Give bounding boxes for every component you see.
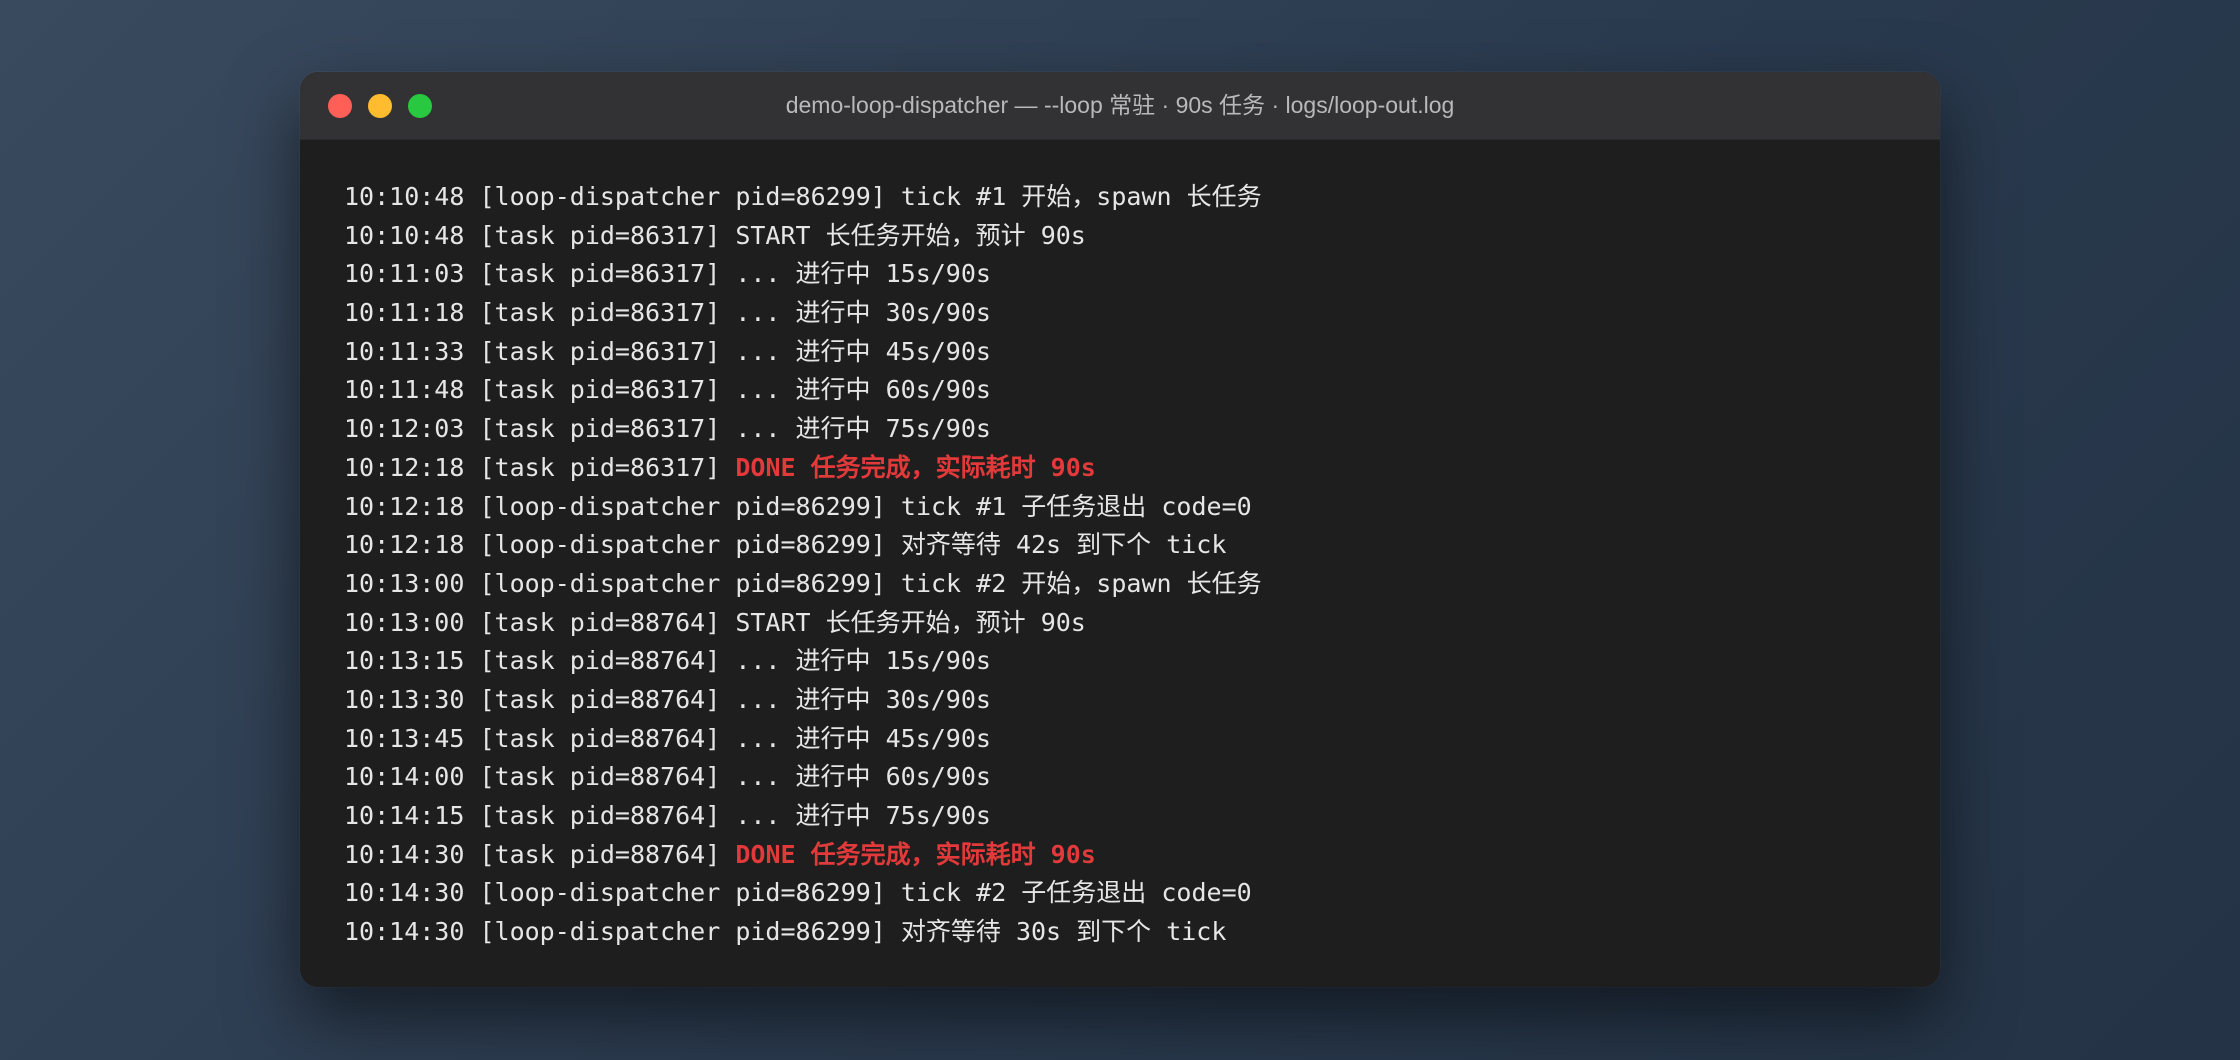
log-line-text: 10:13:30 [task pid=88764] ... 进行中 30s/90… xyxy=(344,684,991,714)
title-bar: demo-loop-dispatcher — --loop 常驻 · 90s 任… xyxy=(300,72,1940,140)
log-line-text: 10:14:30 [loop-dispatcher pid=86299] 对齐等… xyxy=(344,917,1227,947)
log-line-text: 10:11:48 [task pid=86317] ... 进行中 60s/90… xyxy=(344,375,991,405)
log-line-text: 10:13:00 [loop-dispatcher pid=86299] tic… xyxy=(344,568,1262,598)
log-line-done-status: DONE 任务完成，实际耗时 90s xyxy=(735,839,1096,869)
log-line: 10:14:30 [loop-dispatcher pid=86299] tic… xyxy=(344,874,1940,913)
log-line: 10:14:30 [loop-dispatcher pid=86299] 对齐等… xyxy=(344,913,1940,952)
log-line: 10:12:18 [loop-dispatcher pid=86299] 对齐等… xyxy=(344,526,1940,565)
log-line: 10:13:00 [task pid=88764] START 长任务开始，预计… xyxy=(344,604,1940,643)
log-line: 10:13:15 [task pid=88764] ... 进行中 15s/90… xyxy=(344,642,1940,681)
log-line-text: 10:12:18 [loop-dispatcher pid=86299] tic… xyxy=(344,491,1252,521)
log-line-text: 10:10:48 [task pid=86317] START 长任务开始，预计… xyxy=(344,220,1086,250)
log-line-done-status: DONE 任务完成，实际耗时 90s xyxy=(735,452,1096,482)
log-line: 10:10:48 [task pid=86317] START 长任务开始，预计… xyxy=(344,217,1940,256)
window-title: demo-loop-dispatcher — --loop 常驻 · 90s 任… xyxy=(785,92,1455,118)
log-line: 10:12:18 [task pid=86317] DONE 任务完成，实际耗时… xyxy=(344,449,1940,488)
log-line-text: 10:10:48 [loop-dispatcher pid=86299] tic… xyxy=(344,182,1262,211)
log-line-text: 10:14:15 [task pid=88764] ... 进行中 75s/90… xyxy=(344,801,991,830)
log-line: 10:12:18 [loop-dispatcher pid=86299] tic… xyxy=(344,488,1940,527)
log-line-text: 10:13:00 [task pid=88764] START 长任务开始，预计… xyxy=(344,607,1086,637)
log-line-text: 10:12:18 [loop-dispatcher pid=86299] 对齐等… xyxy=(344,530,1227,560)
log-line-text: 10:13:15 [task pid=88764] ... 进行中 15s/90… xyxy=(344,646,991,676)
log-line: 10:10:48 [loop-dispatcher pid=86299] tic… xyxy=(344,178,1940,217)
log-line: 10:12:03 [task pid=86317] ... 进行中 75s/90… xyxy=(344,410,1940,449)
log-line-text: 10:14:30 [loop-dispatcher pid=86299] tic… xyxy=(344,878,1252,908)
log-line: 10:13:45 [task pid=88764] ... 进行中 45s/90… xyxy=(344,720,1940,759)
log-line-text: 10:13:45 [task pid=88764] ... 进行中 45s/90… xyxy=(344,723,991,753)
terminal-window: demo-loop-dispatcher — --loop 常驻 · 90s 任… xyxy=(300,72,1940,987)
terminal-output[interactable]: 10:10:48 [loop-dispatcher pid=86299] tic… xyxy=(300,140,1940,952)
log-line: 10:14:15 [task pid=88764] ... 进行中 75s/90… xyxy=(344,797,1940,836)
log-line-text: 10:11:18 [task pid=86317] ... 进行中 30s/90… xyxy=(344,298,991,328)
log-line-text: 10:12:18 [task pid=86317] xyxy=(344,452,736,482)
log-line-text: 10:14:30 [task pid=88764] xyxy=(344,839,736,869)
log-line: 10:11:18 [task pid=86317] ... 进行中 30s/90… xyxy=(344,294,1940,333)
log-line: 10:14:00 [task pid=88764] ... 进行中 60s/90… xyxy=(344,758,1940,797)
log-line-text: 10:11:33 [task pid=86317] ... 进行中 45s/90… xyxy=(344,336,991,366)
log-line: 10:13:00 [loop-dispatcher pid=86299] tic… xyxy=(344,565,1940,604)
log-line-text: 10:12:03 [task pid=86317] ... 进行中 75s/90… xyxy=(344,414,991,444)
log-line-text: 10:14:00 [task pid=88764] ... 进行中 60s/90… xyxy=(344,762,991,792)
log-line: 10:11:33 [task pid=86317] ... 进行中 45s/90… xyxy=(344,333,1940,372)
log-line-text: 10:11:03 [task pid=86317] ... 进行中 15s/90… xyxy=(344,259,991,289)
log-line: 10:11:48 [task pid=86317] ... 进行中 60s/90… xyxy=(344,371,1940,410)
log-line: 10:14:30 [task pid=88764] DONE 任务完成，实际耗时… xyxy=(344,836,1940,875)
log-line: 10:13:30 [task pid=88764] ... 进行中 30s/90… xyxy=(344,681,1940,720)
log-line: 10:11:03 [task pid=86317] ... 进行中 15s/90… xyxy=(344,255,1940,294)
